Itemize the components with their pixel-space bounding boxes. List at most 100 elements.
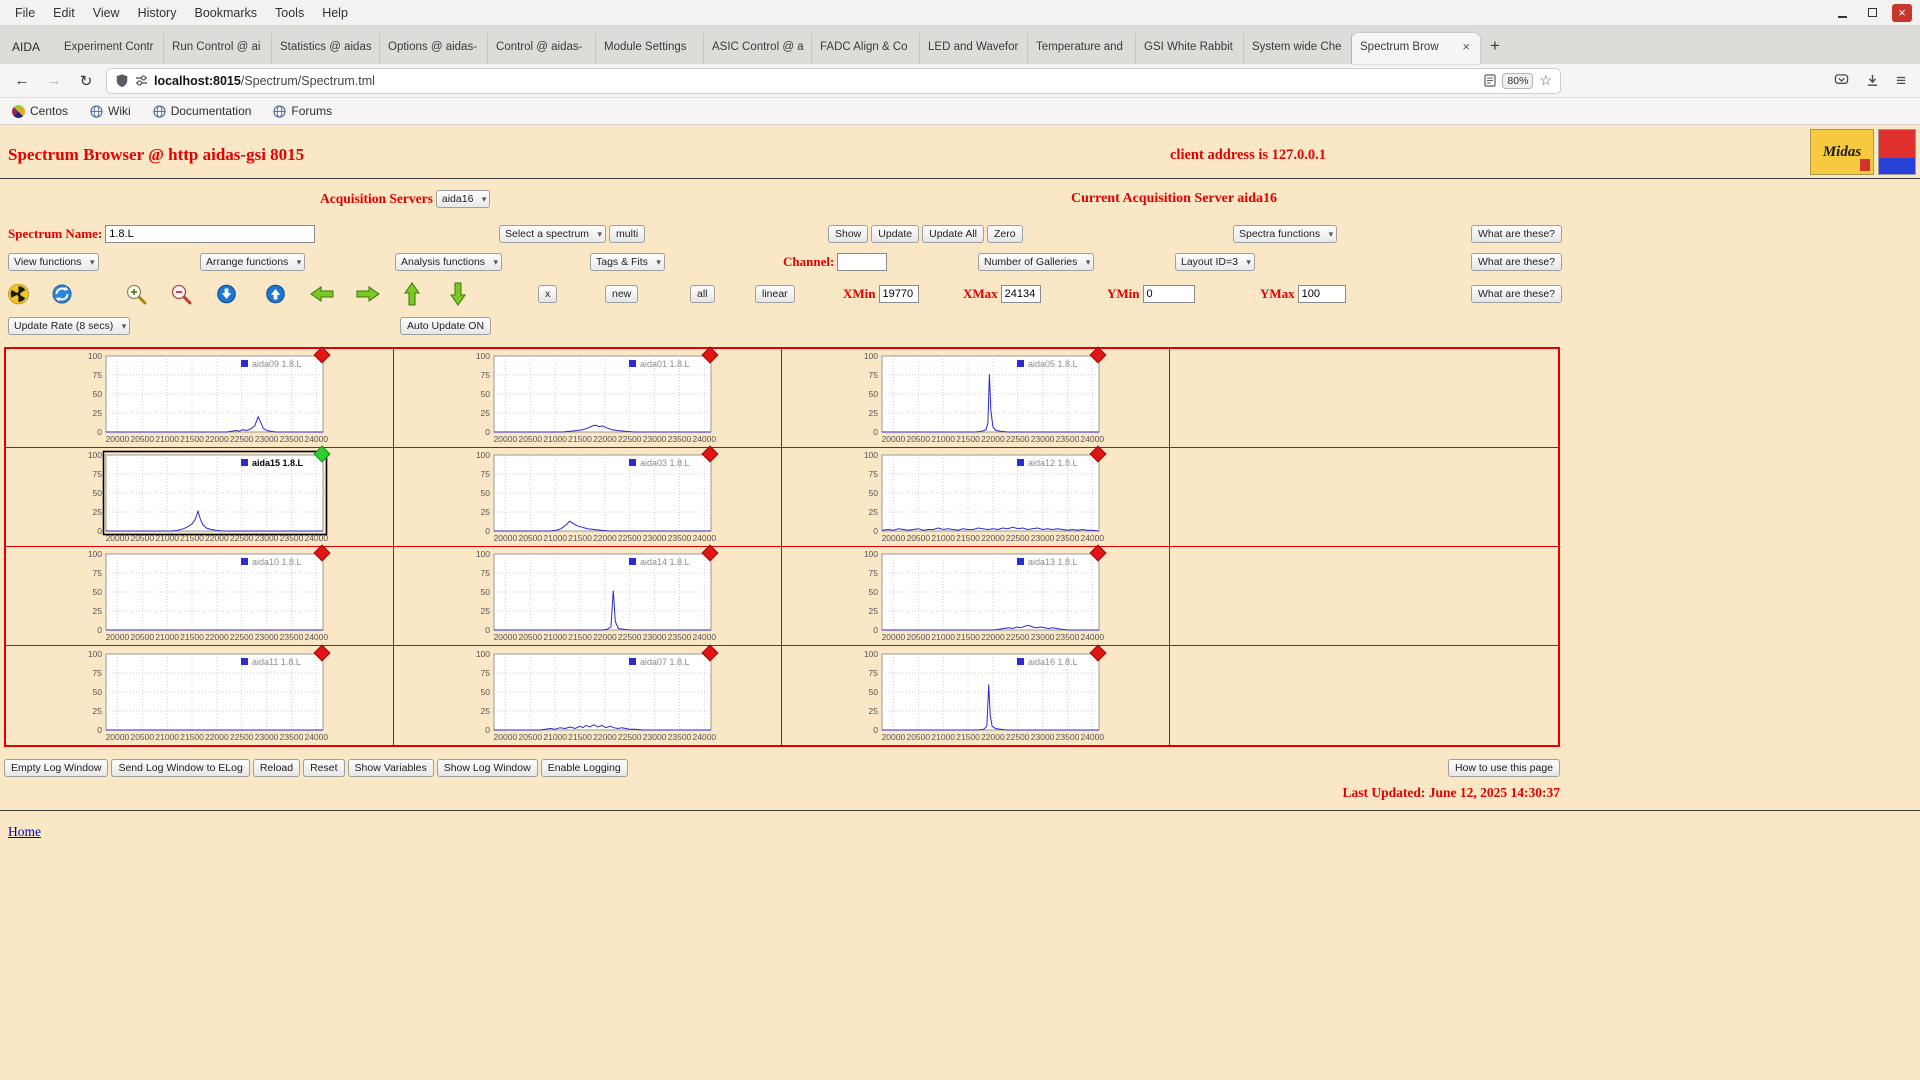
spectrum-chart-aida12[interactable]: 20000 20500 21000 21500 22000 22500 23000 23500…: [840, 445, 1112, 545]
bookmark-centos[interactable]: Centos: [12, 104, 68, 118]
new-tab-button[interactable]: +: [1480, 32, 1510, 64]
multi-button[interactable]: multi: [609, 225, 646, 243]
permissions-icon[interactable]: [135, 74, 148, 87]
what-are-these-button-1[interactable]: What are these?: [1470, 225, 1562, 243]
move-down-icon[interactable]: [450, 282, 466, 306]
new-button[interactable]: new: [605, 285, 639, 303]
spectrum-chart-aida07[interactable]: 20000 20500 21000 21500 22000 22500 23000 23500…: [452, 644, 724, 744]
browser-tab[interactable]: Temperature and: [1028, 33, 1137, 64]
menu-view[interactable]: View: [84, 3, 129, 23]
bookmark-wiki[interactable]: Wiki: [90, 104, 131, 118]
browser-tab[interactable]: Control @ aidas-: [488, 33, 597, 64]
update-rate-dropdown[interactable]: Update Rate (8 secs): [8, 317, 131, 335]
spectrum-chart-aida11[interactable]: 20000 20500 21000 21500 22000 22500 23000 23500…: [64, 644, 336, 744]
reload-button[interactable]: ↻: [74, 72, 98, 90]
ymax-input[interactable]: [1297, 285, 1346, 303]
update-button[interactable]: Update: [871, 225, 920, 243]
menu-edit[interactable]: Edit: [44, 3, 84, 23]
menu-file[interactable]: File: [6, 3, 44, 23]
move-up-icon[interactable]: [404, 282, 420, 306]
update-all-button[interactable]: Update All: [922, 225, 984, 243]
browser-tab[interactable]: Options @ aidas-: [380, 33, 489, 64]
channel-input[interactable]: [837, 253, 888, 271]
redraw-icon[interactable]: [52, 284, 72, 304]
arrange-functions-dropdown[interactable]: Arrange functions: [200, 253, 306, 271]
tab-close-icon[interactable]: ×: [1460, 40, 1472, 53]
zoom-in-icon[interactable]: [125, 283, 147, 305]
layout-id-dropdown[interactable]: Layout ID=3: [1175, 253, 1255, 271]
enable-logging-button[interactable]: Enable Logging: [540, 759, 628, 777]
spectrum-chart-aida05[interactable]: 20000 20500 21000 21500 22000 22500 23000 23500…: [840, 346, 1112, 446]
send-log-to-elog-button[interactable]: Send Log Window to ELog: [111, 759, 250, 777]
scroll-down-icon[interactable]: [217, 284, 236, 304]
spectrum-name-input[interactable]: [105, 225, 316, 243]
back-button[interactable]: ←: [10, 72, 34, 89]
analysis-functions-dropdown[interactable]: Analysis functions: [395, 253, 503, 271]
ymin-input[interactable]: [1142, 285, 1195, 303]
home-link[interactable]: Home: [8, 824, 41, 840]
menu-icon[interactable]: ≡: [1896, 71, 1906, 91]
browser-tab[interactable]: LED and Wavefor: [920, 33, 1029, 64]
browser-tab[interactable]: Experiment Contr: [56, 33, 165, 64]
xmin-input[interactable]: [878, 285, 919, 303]
tab-spectrum-browser[interactable]: Spectrum Brow ×: [1352, 33, 1481, 64]
browser-tab[interactable]: ASIC Control @ a: [704, 33, 813, 64]
show-variables-button[interactable]: Show Variables: [347, 759, 434, 777]
show-log-window-button[interactable]: Show Log Window: [436, 759, 538, 777]
reload-page-button[interactable]: Reload: [252, 759, 301, 777]
zoom-indicator[interactable]: 80%: [1502, 72, 1534, 89]
empty-log-window-button[interactable]: Empty Log Window: [4, 759, 109, 777]
zero-button[interactable]: Zero: [987, 225, 1023, 243]
reset-button[interactable]: Reset: [303, 759, 345, 777]
browser-tab[interactable]: Run Control @ ai: [164, 33, 273, 64]
menu-help[interactable]: Help: [313, 3, 357, 23]
browser-tab[interactable]: Statistics @ aidas: [272, 33, 381, 64]
spectra-functions-dropdown[interactable]: Spectra functions: [1233, 225, 1338, 243]
move-right-icon[interactable]: [356, 286, 380, 302]
menu-history[interactable]: History: [129, 3, 186, 23]
browser-tab[interactable]: System wide Che: [1244, 33, 1353, 64]
menu-tools[interactable]: Tools: [266, 3, 313, 23]
spectrum-chart-aida14[interactable]: 20000 20500 21000 21500 22000 22500 23000 23500…: [452, 544, 724, 644]
spectrum-chart-aida13[interactable]: 20000 20500 21000 21500 22000 22500 23000 23500…: [840, 544, 1112, 644]
shield-icon[interactable]: [115, 73, 129, 88]
move-left-icon[interactable]: [310, 286, 334, 302]
forward-button[interactable]: →: [42, 72, 66, 89]
maximize-button[interactable]: [1862, 4, 1882, 22]
view-functions-dropdown[interactable]: View functions: [8, 253, 99, 271]
x-button[interactable]: x: [538, 285, 558, 303]
how-to-button[interactable]: How to use this page: [1447, 759, 1560, 777]
all-button[interactable]: all: [690, 285, 715, 303]
browser-tab[interactable]: GSI White Rabbit: [1136, 33, 1245, 64]
bookmark-star-icon[interactable]: ☆: [1539, 72, 1552, 89]
zoom-out-icon[interactable]: [170, 283, 192, 305]
spectrum-chart-aida15[interactable]: 20000 20500 21000 21500 22000 22500 23000 23500…: [64, 445, 336, 545]
bookmark-documentation[interactable]: Documentation: [153, 104, 251, 118]
what-are-these-button-2[interactable]: What are these?: [1470, 253, 1562, 271]
minimize-button[interactable]: [1832, 4, 1852, 22]
acquisition-server-dropdown[interactable]: aida16: [435, 190, 491, 208]
tags-fits-dropdown[interactable]: Tags & Fits: [590, 253, 665, 271]
close-window-button[interactable]: ×: [1892, 3, 1912, 22]
what-are-these-button-3[interactable]: What are these?: [1470, 285, 1562, 303]
number-of-galleries-dropdown[interactable]: Number of Galleries: [978, 253, 1095, 271]
show-button[interactable]: Show: [828, 225, 869, 243]
spectrum-chart-aida03[interactable]: 20000 20500 21000 21500 22000 22500 23000 23500…: [452, 445, 724, 545]
pocket-icon[interactable]: [1834, 73, 1849, 88]
radiation-icon[interactable]: [8, 283, 29, 305]
download-icon[interactable]: [1865, 73, 1880, 88]
spectrum-chart-aida16[interactable]: 20000 20500 21000 21500 22000 22500 23000 23500…: [840, 644, 1112, 744]
bookmark-forums[interactable]: Forums: [273, 104, 332, 118]
browser-tab[interactable]: Module Settings: [596, 33, 705, 64]
reader-mode-icon[interactable]: [1484, 74, 1497, 87]
browser-tab[interactable]: FADC Align & Co: [812, 33, 921, 64]
xmax-input[interactable]: [1000, 285, 1041, 303]
address-bar[interactable]: localhost:8015/Spectrum/Spectrum.tml 80%…: [106, 67, 1561, 94]
auto-update-button[interactable]: Auto Update ON: [400, 317, 492, 335]
spectrum-chart-aida01[interactable]: 20000 20500 21000 21500 22000 22500 23000 23500…: [452, 346, 724, 446]
linear-button[interactable]: linear: [755, 285, 795, 303]
scroll-up-icon[interactable]: [266, 284, 285, 304]
menu-bookmarks[interactable]: Bookmarks: [185, 3, 266, 23]
spectrum-chart-aida10[interactable]: 20000 20500 21000 21500 22000 22500 23000 23500…: [64, 544, 336, 644]
spectrum-chart-aida09[interactable]: 20000 20500 21000 21500 22000 22500 23000 23500…: [64, 346, 336, 446]
